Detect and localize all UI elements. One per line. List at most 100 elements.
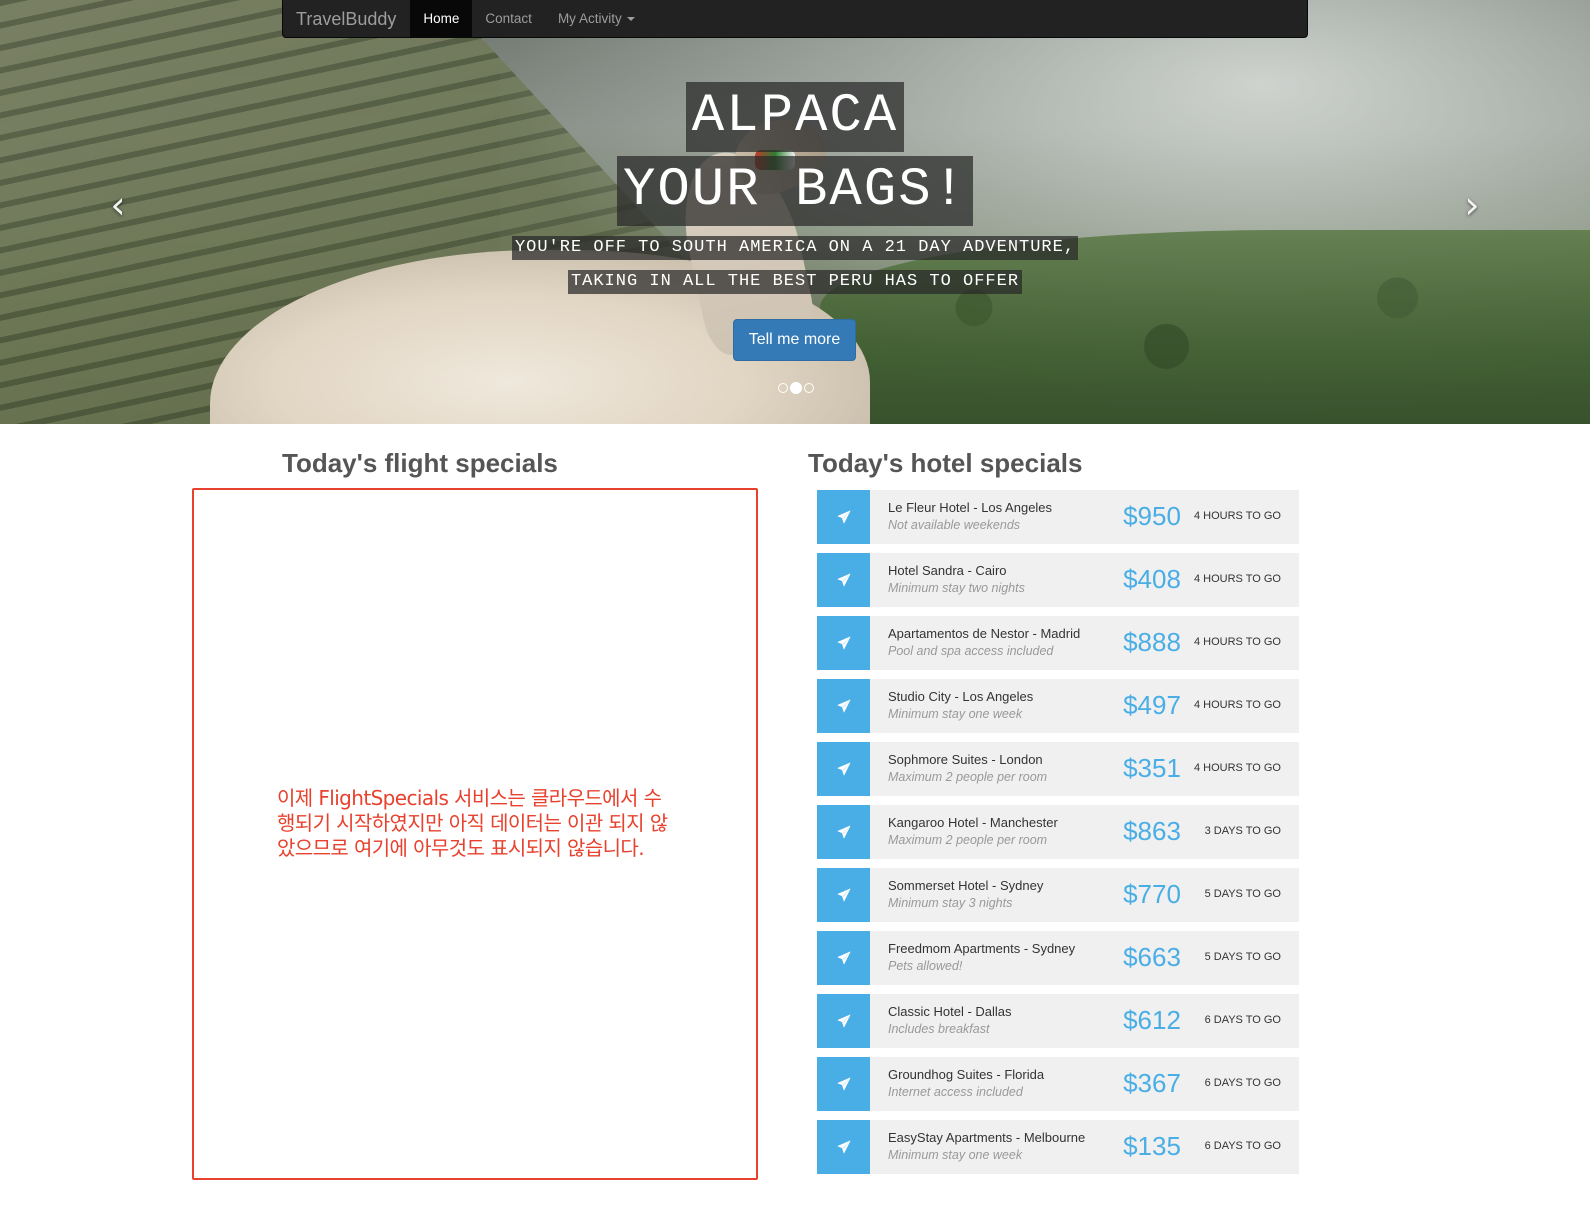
hotel-note: Minimum stay one week — [888, 1148, 1023, 1162]
paper-plane-icon — [817, 868, 870, 922]
hotel-special-row[interactable]: Le Fleur Hotel - Los Angeles Not availab… — [817, 490, 1299, 544]
nav-my-activity-dropdown[interactable]: My Activity — [545, 0, 648, 37]
hotel-name: Classic Hotel - Dallas — [888, 1004, 1012, 1019]
hotel-price: $497 — [1123, 690, 1181, 720]
hotel-special-row[interactable]: Classic Hotel - Dallas Includes breakfas… — [817, 994, 1299, 1048]
carousel-indicators — [778, 381, 814, 395]
hotel-time-remaining: 4 hours to go — [1193, 573, 1281, 585]
hotel-note: Pool and spa access included — [888, 644, 1054, 658]
nav-contact[interactable]: Contact — [472, 0, 545, 37]
hotel-name: Hotel Sandra - Cairo — [888, 563, 1007, 578]
hero-subtitle-2: TAKING IN ALL THE BEST PERU HAS TO OFFER — [567, 270, 1023, 294]
tell-me-more-button[interactable]: Tell me more — [733, 319, 856, 361]
paper-plane-icon — [817, 679, 870, 733]
hotel-time-remaining: 6 days to go — [1204, 1014, 1281, 1026]
paper-plane-icon — [817, 1120, 870, 1174]
hotel-name: Le Fleur Hotel - Los Angeles — [888, 500, 1053, 515]
hotel-price: $888 — [1123, 627, 1181, 657]
paper-plane-icon — [817, 616, 870, 670]
paper-plane-icon — [817, 994, 870, 1048]
hero-subtitle-1: YOU'RE OFF TO SOUTH AMERICA ON A 21 DAY … — [511, 236, 1079, 260]
paper-plane-icon-svg — [837, 951, 850, 965]
flight-specials-annotation: 이제 FlightSpecials 서비스는 클라우드에서 수행되기 시작하였지… — [277, 786, 668, 860]
paper-plane-icon — [817, 1057, 870, 1111]
hotel-note: Minimum stay 3 nights — [888, 896, 1013, 910]
carousel-caption: ALPACA YOUR BAGS! YOU'RE OFF TO SOUTH AM… — [0, 82, 1590, 294]
hotel-note: Maximum 2 people per room — [888, 833, 1048, 847]
paper-plane-icon-svg — [837, 510, 850, 524]
paper-plane-icon-svg — [837, 1014, 850, 1028]
flight-specials-title: Today's flight specials — [282, 448, 558, 478]
hotel-note: Minimum stay two nights — [888, 581, 1025, 595]
hotel-name: Sommerset Hotel - Sydney — [888, 878, 1044, 893]
hotel-name: Studio City - Los Angeles — [888, 689, 1034, 704]
paper-plane-icon — [817, 490, 870, 544]
hotel-price: $367 — [1123, 1068, 1181, 1098]
hotel-price: $135 — [1123, 1131, 1181, 1161]
paper-plane-icon-svg — [837, 1140, 850, 1154]
paper-plane-icon-svg — [837, 888, 850, 902]
hotel-special-row[interactable]: Groundhog Suites - Florida Internet acce… — [817, 1057, 1299, 1111]
hotel-name: Apartamentos de Nestor - Madrid — [888, 626, 1081, 641]
hero-headline-2: YOUR BAGS! — [616, 156, 974, 226]
paper-plane-icon — [817, 805, 870, 859]
top-navbar: TravelBuddy Home Contact My Activity — [282, 0, 1308, 38]
hotel-name: Groundhog Suites - Florida — [888, 1067, 1045, 1082]
paper-plane-icon-svg — [837, 636, 850, 650]
hotel-special-row[interactable]: Freedmom Apartments - Sydney Pets allowe… — [817, 931, 1299, 985]
hotel-price: $612 — [1123, 1005, 1181, 1035]
hotel-price: $770 — [1123, 879, 1181, 909]
hero-headline-1: ALPACA — [685, 82, 905, 152]
brand-link[interactable]: TravelBuddy — [283, 0, 410, 37]
hotel-note: Minimum stay one week — [888, 707, 1023, 721]
nav-my-activity-label: My Activity — [557, 11, 622, 26]
hotel-name: EasyStay Apartments - Melbourne — [888, 1130, 1086, 1145]
hotel-note: Maximum 2 people per room — [888, 770, 1048, 784]
hotel-note: Includes breakfast — [888, 1022, 990, 1036]
hotel-name: Freedmom Apartments - Sydney — [888, 941, 1076, 956]
hero-carousel: ‹ › ALPACA YOUR BAGS! YOU'RE OFF TO SOUT… — [0, 0, 1590, 424]
paper-plane-icon-svg — [837, 573, 850, 587]
paper-plane-icon — [817, 931, 870, 985]
hotel-price: $351 — [1123, 753, 1181, 783]
hotel-special-row[interactable]: Sommerset Hotel - Sydney Minimum stay 3 … — [817, 868, 1299, 922]
nav-contact-label: Contact — [485, 11, 532, 26]
hotel-special-row[interactable]: Apartamentos de Nestor - Madrid Pool and… — [817, 616, 1299, 670]
hotel-time-remaining: 5 days to go — [1204, 951, 1281, 963]
hotel-special-row[interactable]: Hotel Sandra - Cairo Minimum stay two ni… — [817, 553, 1299, 607]
nav-home[interactable]: Home — [410, 0, 473, 37]
hotel-time-remaining: 3 days to go — [1204, 825, 1281, 837]
hotel-specials-title: Today's hotel specials — [808, 448, 1083, 478]
paper-plane-icon — [817, 742, 870, 796]
hotel-price: $863 — [1123, 816, 1181, 846]
hotel-special-row[interactable]: Sophmore Suites - London Maximum 2 peopl… — [817, 742, 1299, 796]
hotel-time-remaining: 4 hours to go — [1193, 762, 1281, 774]
carousel-indicator-active[interactable] — [790, 382, 802, 394]
hotel-name: Kangaroo Hotel - Manchester — [888, 815, 1058, 830]
paper-plane-icon-svg — [837, 762, 850, 776]
hotel-note: Pets allowed! — [888, 959, 963, 973]
hotel-note: Not available weekends — [888, 518, 1021, 532]
hotel-price: $408 — [1123, 564, 1181, 594]
paper-plane-icon-svg — [837, 699, 850, 713]
paper-plane-icon-svg — [837, 825, 850, 839]
hotel-time-remaining: 4 hours to go — [1193, 636, 1281, 648]
hotel-name: Sophmore Suites - London — [888, 752, 1043, 767]
hotel-note: Internet access included — [888, 1085, 1023, 1099]
flight-specials-panel: 이제 FlightSpecials 서비스는 클라우드에서 수행되기 시작하였지… — [192, 488, 758, 1180]
hotel-special-row[interactable]: EasyStay Apartments - Melbourne Minimum … — [817, 1120, 1299, 1174]
hotel-special-row[interactable]: Kangaroo Hotel - Manchester Maximum 2 pe… — [817, 805, 1299, 859]
caret-down-icon — [626, 16, 635, 21]
nav-home-label: Home — [423, 11, 460, 26]
hotel-price: $950 — [1123, 501, 1181, 531]
carousel-indicator[interactable] — [804, 383, 814, 393]
hotel-specials-list: Le Fleur Hotel - Los Angeles Not availab… — [817, 490, 1299, 1183]
hotel-special-row[interactable]: Studio City - Los Angeles Minimum stay o… — [817, 679, 1299, 733]
hotel-time-remaining: 6 days to go — [1204, 1140, 1281, 1152]
paper-plane-icon — [817, 553, 870, 607]
carousel-indicator[interactable] — [778, 383, 788, 393]
hotel-time-remaining: 6 days to go — [1204, 1077, 1281, 1089]
hotel-time-remaining: 5 days to go — [1204, 888, 1281, 900]
hotel-time-remaining: 4 hours to go — [1193, 510, 1281, 522]
hotel-time-remaining: 4 hours to go — [1193, 699, 1281, 711]
